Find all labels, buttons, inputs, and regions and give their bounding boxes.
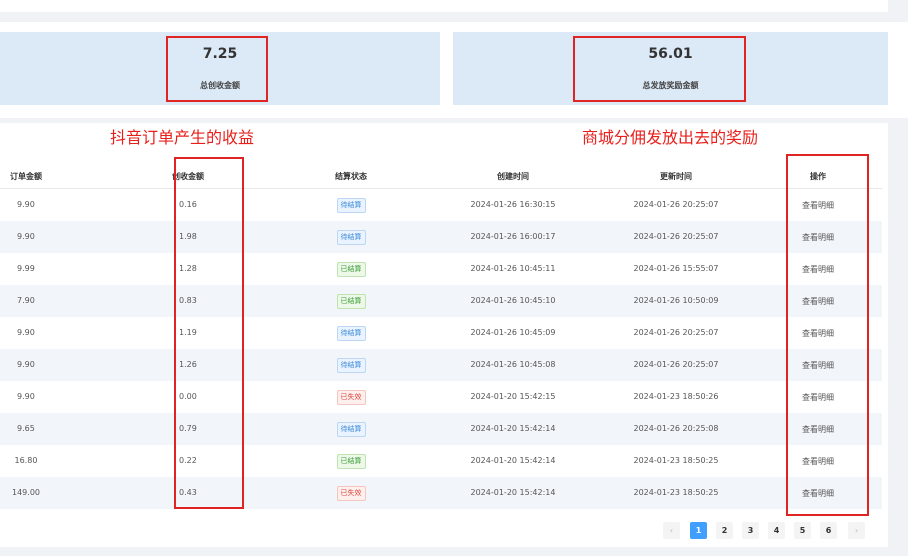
cell-created-time: 2024-01-26 10:45:08: [470, 360, 556, 369]
annotation-right: 商城分佣发放出去的奖励: [582, 128, 759, 147]
col-settle-status: 结算状态: [335, 172, 367, 181]
highlight-actions-column: [786, 154, 869, 516]
cell-order-amount: 9.90: [17, 392, 35, 401]
next-page-button[interactable]: ›: [848, 522, 865, 539]
highlight-reward-card: [573, 36, 746, 102]
status-badge: 待结算: [336, 422, 366, 437]
top-bar: [0, 0, 888, 12]
table-row: 9.90 1.26 待结算 2024-01-26 10:45:08 2024-01-26…: [0, 349, 882, 381]
table-row: 9.90 0.16 待结算 2024-01-26 16:30:15 2024-01-26…: [0, 189, 882, 221]
cell-order-amount: 9.90: [17, 200, 35, 209]
cell-order-amount: 9.65: [17, 424, 35, 433]
cell-created-time: 2024-01-26 10:45:10: [470, 296, 556, 305]
cell-created-time: 2024-01-20 15:42:15: [470, 392, 556, 401]
cell-order-amount: 9.90: [17, 360, 35, 369]
cell-created-time: 2024-01-20 15:42:14: [470, 488, 556, 497]
status-badge: 已结算: [336, 294, 366, 309]
cell-order-amount: 9.99: [17, 264, 35, 273]
cell-updated-time: 2024-01-26 10:50:09: [633, 296, 719, 305]
cell-order-amount: 16.80: [14, 456, 38, 465]
highlight-revenue-card: [166, 36, 268, 102]
status-badge: 已失效: [336, 390, 366, 405]
status-badge: 已结算: [336, 262, 366, 277]
status-badge: 待结算: [336, 198, 366, 213]
cell-created-time: 2024-01-26 10:45:11: [470, 264, 556, 273]
cell-created-time: 2024-01-20 15:42:14: [470, 456, 556, 465]
table-row: 9.90 0.00 已失效 2024-01-20 15:42:15 2024-01-23…: [0, 381, 882, 413]
highlight-revenue-column: [174, 157, 244, 509]
status-badge: 已结算: [336, 454, 366, 469]
cell-order-amount: 149.00: [12, 488, 40, 497]
cell-order-amount: 9.90: [17, 328, 35, 337]
status-badge: 待结算: [336, 230, 366, 245]
status-badge: 已失效: [336, 486, 366, 501]
table-row: 9.99 1.28 已结算 2024-01-26 10:45:11 2024-01-26…: [0, 253, 882, 285]
page-button[interactable]: 1: [690, 522, 707, 539]
table-row: 9.90 1.19 待结算 2024-01-26 10:45:09 2024-01-26…: [0, 317, 882, 349]
cell-updated-time: 2024-01-23 18:50:25: [633, 488, 719, 497]
cell-created-time: 2024-01-26 16:30:15: [470, 200, 556, 209]
cell-updated-time: 2024-01-26 20:25:07: [633, 328, 719, 337]
page-button[interactable]: 6: [820, 522, 837, 539]
cell-created-time: 2024-01-20 15:42:14: [470, 424, 556, 433]
cell-created-time: 2024-01-26 16:00:17: [470, 232, 556, 241]
page-button[interactable]: 3: [742, 522, 759, 539]
cell-updated-time: 2024-01-26 20:25:07: [633, 200, 719, 209]
status-badge: 待结算: [336, 326, 366, 341]
table-row: 16.80 0.22 已结算 2024-01-20 15:42:14 2024-01-2…: [0, 445, 882, 477]
cell-created-time: 2024-01-26 10:45:09: [470, 328, 556, 337]
table-row: 9.65 0.79 待结算 2024-01-20 15:42:14 2024-01-26…: [0, 413, 882, 445]
cell-updated-time: 2024-01-23 18:50:26: [633, 392, 719, 401]
cell-updated-time: 2024-01-26 20:25:08: [633, 424, 719, 433]
page-button[interactable]: 4: [768, 522, 785, 539]
cell-order-amount: 7.90: [17, 296, 35, 305]
page-button[interactable]: 2: [716, 522, 733, 539]
cell-updated-time: 2024-01-26 20:25:07: [633, 360, 719, 369]
cell-updated-time: 2024-01-26 15:55:07: [633, 264, 719, 273]
col-updated-time: 更新时间: [660, 172, 692, 181]
status-badge: 待结算: [336, 358, 366, 373]
order-table-panel: 订单金额 创收金额 结算状态 创建时间 更新时间 操作 9.90 0.16 待结算 2…: [0, 123, 888, 547]
col-created-time: 创建时间: [497, 172, 529, 181]
table-row: 7.90 0.83 已结算 2024-01-26 10:45:10 2024-01-26…: [0, 285, 882, 317]
col-order-amount: 订单金额: [10, 172, 42, 181]
table-row: 149.00 0.43 已失效 2024-01-20 15:42:14 2024-01-…: [0, 477, 882, 509]
stats-section: 7.25 总创收金额 56.01 总发放奖励金额: [0, 22, 908, 118]
prev-page-button[interactable]: ‹: [663, 522, 680, 539]
annotation-left: 抖音订单产生的收益: [110, 128, 255, 147]
page-button[interactable]: 5: [794, 522, 811, 539]
cell-order-amount: 9.90: [17, 232, 35, 241]
cell-updated-time: 2024-01-26 20:25:07: [633, 232, 719, 241]
table-row: 9.90 1.98 待结算 2024-01-26 16:00:17 2024-01-26…: [0, 221, 882, 253]
cell-updated-time: 2024-01-23 18:50:25: [633, 456, 719, 465]
